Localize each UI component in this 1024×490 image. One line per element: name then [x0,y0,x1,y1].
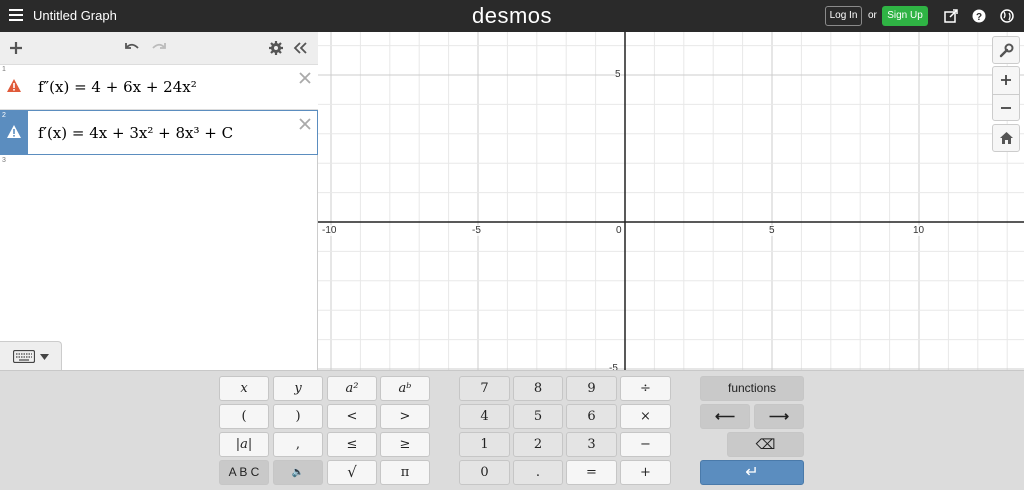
key-6[interactable]: 6 [566,404,617,429]
or-text: or [868,10,877,21]
warning-triangle-icon[interactable] [6,124,22,139]
expression-item-2[interactable]: 2 f′(x) = 4x + 3x² + 8x³ + C [0,110,318,155]
redo-icon[interactable] [151,40,167,56]
svg-text:?: ? [976,12,982,23]
keyboard-icon [13,350,35,363]
x-tick-label: 0 [616,225,622,236]
key-y[interactable]: y [273,376,323,401]
key-comma[interactable]: , [273,432,323,457]
key-greater-than[interactable]: > [380,404,430,429]
x-tick-label: 5 [769,225,775,236]
expression-index: 3 [2,157,6,164]
left-arrow-key[interactable]: ⟵ [700,404,750,429]
top-bar: Untitled Graph desmos Log In or Sign Up … [0,0,1024,32]
help-icon[interactable]: ? [972,9,986,23]
keyboard-toggle-button[interactable] [0,341,62,370]
wrench-icon [999,43,1014,58]
expression-math[interactable]: f′(x) = 4x + 3x² + 8x³ + C [38,124,233,142]
right-arrow-key[interactable]: ⟶ [754,404,804,429]
error-triangle-icon[interactable] [6,78,22,93]
expression-item-new[interactable]: 3 [0,156,318,178]
key-1[interactable]: 1 [459,432,510,457]
zoom-out-button[interactable] [993,94,1019,120]
key-x[interactable]: x [219,376,269,401]
x-tick-label: 10 [913,225,925,236]
key-greater-equal[interactable]: ≥ [380,432,430,457]
expression-gutter: 2 [0,111,28,154]
key-a-squared[interactable]: a² [327,376,377,401]
default-viewport-button[interactable] [992,124,1020,152]
key-plus[interactable]: + [620,460,671,485]
expression-gutter: 1 [0,65,28,109]
undo-icon[interactable] [124,40,140,56]
expression-index: 1 [2,66,6,73]
functions-button[interactable]: functions [700,376,804,401]
zoom-controls [992,66,1020,121]
speaker-icon[interactable]: 🔈 [273,460,323,485]
key-a-power-b[interactable]: aᵇ [380,376,430,401]
menu-icon[interactable] [9,9,23,21]
key-7[interactable]: 7 [459,376,510,401]
key-3[interactable]: 3 [566,432,617,457]
expression-math[interactable]: f″(x) = 4 + 6x + 24x² [38,78,197,96]
key-2[interactable]: 2 [513,432,563,457]
expression-item-1[interactable]: 1 f″(x) = 4 + 6x + 24x² [0,65,318,110]
signup-button[interactable]: Sign Up [882,6,928,26]
key-abc[interactable]: A B C [219,460,269,485]
key-decimal[interactable]: . [513,460,563,485]
close-icon[interactable] [298,71,312,85]
math-keypad: x y a² aᵇ ( ) < > |a| , ≤ ≥ A B C 🔈 √ π … [0,370,1024,490]
login-button[interactable]: Log In [825,6,862,26]
graph-settings-button[interactable] [992,36,1020,64]
backspace-key[interactable]: ⌫ [727,432,804,457]
collapse-panel-icon[interactable] [292,40,308,56]
key-sqrt[interactable]: √ [327,460,377,485]
minus-icon [1001,107,1011,109]
language-globe-icon[interactable] [1000,9,1014,23]
expression-list: 1 f″(x) = 4 + 6x + 24x² 2 f′(x) = 4x + 3… [0,32,318,370]
key-multiply[interactable]: × [620,404,671,429]
key-right-paren[interactable]: ) [273,404,323,429]
expression-index: 2 [2,112,6,119]
y-tick-label: 5 [615,69,621,80]
key-absolute-value[interactable]: |a| [219,432,269,457]
key-8[interactable]: 8 [513,376,563,401]
x-tick-label: -5 [472,225,481,236]
graph-grid [318,32,1024,370]
key-4[interactable]: 4 [459,404,510,429]
y-tick-label: -5 [609,363,618,370]
key-less-than[interactable]: < [327,404,377,429]
add-item-icon[interactable] [8,40,24,56]
key-pi[interactable]: π [380,460,430,485]
share-icon[interactable] [944,9,958,23]
key-minus[interactable]: − [620,432,671,457]
graph-title[interactable]: Untitled Graph [33,8,117,23]
key-divide[interactable]: ÷ [620,376,671,401]
key-equals[interactable]: = [566,460,617,485]
key-left-paren[interactable]: ( [219,404,269,429]
graph-paper[interactable]: -10 -5 0 5 10 5 -5 [318,32,1024,370]
close-icon[interactable] [298,117,312,131]
expression-toolbar [0,32,318,65]
key-less-equal[interactable]: ≤ [327,432,377,457]
key-9[interactable]: 9 [566,376,617,401]
key-5[interactable]: 5 [513,404,563,429]
settings-gear-icon[interactable] [268,40,284,56]
home-icon [1000,132,1013,144]
key-0[interactable]: 0 [459,460,510,485]
zoom-in-button[interactable] [993,67,1019,94]
chevron-down-icon [40,354,49,360]
plus-icon [1001,75,1011,85]
x-tick-label: -10 [322,225,337,236]
enter-key[interactable]: ↵ [700,460,804,485]
